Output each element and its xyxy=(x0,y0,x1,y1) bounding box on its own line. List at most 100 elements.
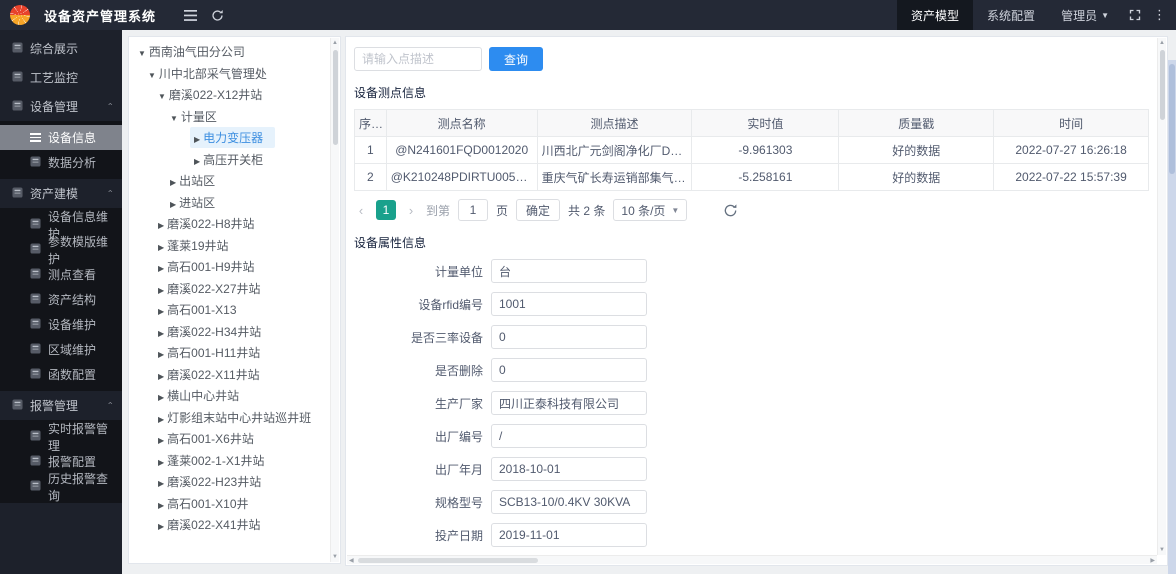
fullscreen-icon[interactable] xyxy=(1121,9,1149,21)
tree-collapse-icon[interactable]: ▶ xyxy=(158,307,164,316)
more-options-icon[interactable]: ⋮ xyxy=(1149,7,1176,23)
form-field-input-7[interactable] xyxy=(491,490,647,514)
tree-expand-icon[interactable]: ▼ xyxy=(148,71,156,80)
sidebar-subitem-11[interactable]: 区域维护 xyxy=(0,337,122,362)
sidebar-subitem-7[interactable]: 参数模版维护 xyxy=(0,235,122,266)
scroll-up-icon[interactable]: ▲ xyxy=(1159,38,1165,48)
scroll-thumb[interactable] xyxy=(1159,50,1165,120)
tree-node-10[interactable]: ▶ 高石001-H9井站 xyxy=(129,256,338,278)
tree-node-7[interactable]: ▶ 进站区 xyxy=(129,192,338,214)
tree-collapse-icon[interactable]: ▶ xyxy=(158,522,164,531)
scroll-thumb[interactable] xyxy=(357,557,538,563)
form-field-input-8[interactable] xyxy=(491,523,647,547)
form-field-input-6[interactable] xyxy=(491,457,647,481)
scroll-left-icon[interactable]: ◀ xyxy=(347,557,356,564)
tree-node-16[interactable]: ▶ 横山中心井站 xyxy=(129,385,338,407)
header-nav-1[interactable]: 系统配置 xyxy=(973,0,1049,30)
tree-collapse-icon[interactable]: ▶ xyxy=(158,501,164,510)
tree-collapse-icon[interactable]: ▶ xyxy=(158,372,164,381)
form-field-input-0[interactable] xyxy=(491,259,647,283)
sidebar-subitem-12[interactable]: 函数配置 xyxy=(0,362,122,387)
prev-page-button[interactable]: ‹ xyxy=(354,203,368,218)
sidebar-item-5[interactable]: 资产建模 ⌃ xyxy=(0,179,122,208)
tree-collapse-icon[interactable]: ▶ xyxy=(158,329,164,338)
scroll-right-icon[interactable]: ▶ xyxy=(1148,557,1157,564)
sidebar-subitem-14[interactable]: 实时报警管理 xyxy=(0,422,122,453)
content-scrollbar[interactable]: ▲ ▼ xyxy=(1157,38,1166,555)
tree-node-21[interactable]: ▶ 高石001-X10井 xyxy=(129,493,338,515)
form-field-input-5[interactable] xyxy=(491,424,647,448)
sidebar-item-2[interactable]: 设备管理 ⌃ xyxy=(0,92,122,121)
scroll-up-icon[interactable]: ▲ xyxy=(332,38,338,48)
goto-page-input[interactable] xyxy=(458,199,489,221)
tree-node-8[interactable]: ▶ 磨溪022-H8井站 xyxy=(129,213,338,235)
tree-collapse-icon[interactable]: ▶ xyxy=(158,415,164,424)
page-number-button[interactable]: 1 xyxy=(376,200,396,220)
tree-node-22[interactable]: ▶ 磨溪022-X41井站 xyxy=(129,514,338,536)
scroll-down-icon[interactable]: ▼ xyxy=(1159,545,1165,555)
sidebar-item-1[interactable]: 工艺监控 xyxy=(0,63,122,92)
scroll-down-icon[interactable]: ▼ xyxy=(332,552,338,562)
tree-node-14[interactable]: ▶ 高石001-H11井站 xyxy=(129,342,338,364)
form-field-input-2[interactable] xyxy=(491,325,647,349)
content-hscrollbar[interactable]: ◀ ▶ xyxy=(347,555,1157,564)
sidebar-subitem-4[interactable]: 数据分析 xyxy=(0,150,122,175)
tree-node-12[interactable]: ▶ 高石001-X13 xyxy=(129,299,338,321)
tree-node-5[interactable]: ▶ 高压开关柜 xyxy=(129,149,338,171)
user-menu[interactable]: 管理员 ▼ xyxy=(1049,7,1121,24)
table-refresh-icon[interactable] xyxy=(723,203,738,218)
tree-collapse-icon[interactable]: ▶ xyxy=(170,178,176,187)
page-size-select[interactable]: 10 条/页 ▼ xyxy=(613,199,688,221)
form-field-input-4[interactable] xyxy=(491,391,647,415)
confirm-button[interactable]: 确定 xyxy=(516,199,561,221)
next-page-button[interactable]: › xyxy=(404,203,418,218)
tree-node-9[interactable]: ▶ 蓬莱19井站 xyxy=(129,235,338,257)
form-field-input-1[interactable] xyxy=(491,292,647,316)
sidebar-item-13[interactable]: 报警管理 ⌃ xyxy=(0,391,122,420)
scroll-thumb[interactable] xyxy=(1169,64,1175,174)
sidebar-subitem-16[interactable]: 历史报警查询 xyxy=(0,472,122,503)
sidebar-item-0[interactable]: 综合展示 xyxy=(0,34,122,63)
tree-node-0[interactable]: ▼ 西南油气田分公司 xyxy=(129,41,338,63)
tree-collapse-icon[interactable]: ▶ xyxy=(170,200,176,209)
tree-collapse-icon[interactable]: ▶ xyxy=(194,135,200,144)
tree-collapse-icon[interactable]: ▶ xyxy=(158,221,164,230)
tree-node-15[interactable]: ▶ 磨溪022-X11井站 xyxy=(129,364,338,386)
sidebar-subitem-3[interactable]: 设备信息 xyxy=(0,125,122,150)
tree-node-11[interactable]: ▶ 磨溪022-X27井站 xyxy=(129,278,338,300)
tree-collapse-icon[interactable]: ▶ xyxy=(158,350,164,359)
header-nav-0[interactable]: 资产模型 xyxy=(897,0,974,30)
page-scrollbar[interactable] xyxy=(1168,60,1176,574)
tree-node-6[interactable]: ▶ 出站区 xyxy=(129,170,338,192)
sidebar-subitem-9[interactable]: 资产结构 xyxy=(0,287,122,312)
tree-node-4[interactable]: ▶ 电力变压器 xyxy=(129,127,338,149)
tree-collapse-icon[interactable]: ▶ xyxy=(158,264,164,273)
collapse-menu-icon[interactable] xyxy=(184,9,198,21)
tree-collapse-icon[interactable]: ▶ xyxy=(194,157,200,166)
tree-node-20[interactable]: ▶ 磨溪022-H23井站 xyxy=(129,471,338,493)
tree-expand-icon[interactable]: ▼ xyxy=(138,49,146,58)
tree-collapse-icon[interactable]: ▶ xyxy=(158,393,164,402)
tree-collapse-icon[interactable]: ▶ xyxy=(158,436,164,445)
tree-node-3[interactable]: ▼ 计量区 xyxy=(129,106,338,128)
tree-scrollbar[interactable]: ▲ ▼ xyxy=(330,38,339,562)
tree-node-18[interactable]: ▶ 高石001-X6井站 xyxy=(129,428,338,450)
tree-collapse-icon[interactable]: ▶ xyxy=(158,458,164,467)
tree-collapse-icon[interactable]: ▶ xyxy=(158,243,164,252)
tree-expand-icon[interactable]: ▼ xyxy=(158,92,166,101)
form-field-input-3[interactable] xyxy=(491,358,647,382)
tree-node-17[interactable]: ▶ 灯影组末站中心井站巡井班 xyxy=(129,407,338,429)
tree-node-1[interactable]: ▼ 川中北部采气管理处 xyxy=(129,63,338,85)
tree-collapse-icon[interactable]: ▶ xyxy=(158,286,164,295)
tree-node-19[interactable]: ▶ 蓬莱002-1-X1井站 xyxy=(129,450,338,472)
table-cell: -5.258161 xyxy=(691,163,840,191)
tree-expand-icon[interactable]: ▼ xyxy=(170,114,178,123)
tree-node-13[interactable]: ▶ 磨溪022-H34井站 xyxy=(129,321,338,343)
sidebar-subitem-10[interactable]: 设备维护 xyxy=(0,312,122,337)
search-input[interactable] xyxy=(354,47,482,71)
tree-node-2[interactable]: ▼ 磨溪022-X12井站 xyxy=(129,84,338,106)
scroll-thumb[interactable] xyxy=(332,50,338,145)
query-button[interactable]: 查询 xyxy=(489,47,544,71)
refresh-icon[interactable] xyxy=(211,9,224,22)
tree-collapse-icon[interactable]: ▶ xyxy=(158,479,164,488)
